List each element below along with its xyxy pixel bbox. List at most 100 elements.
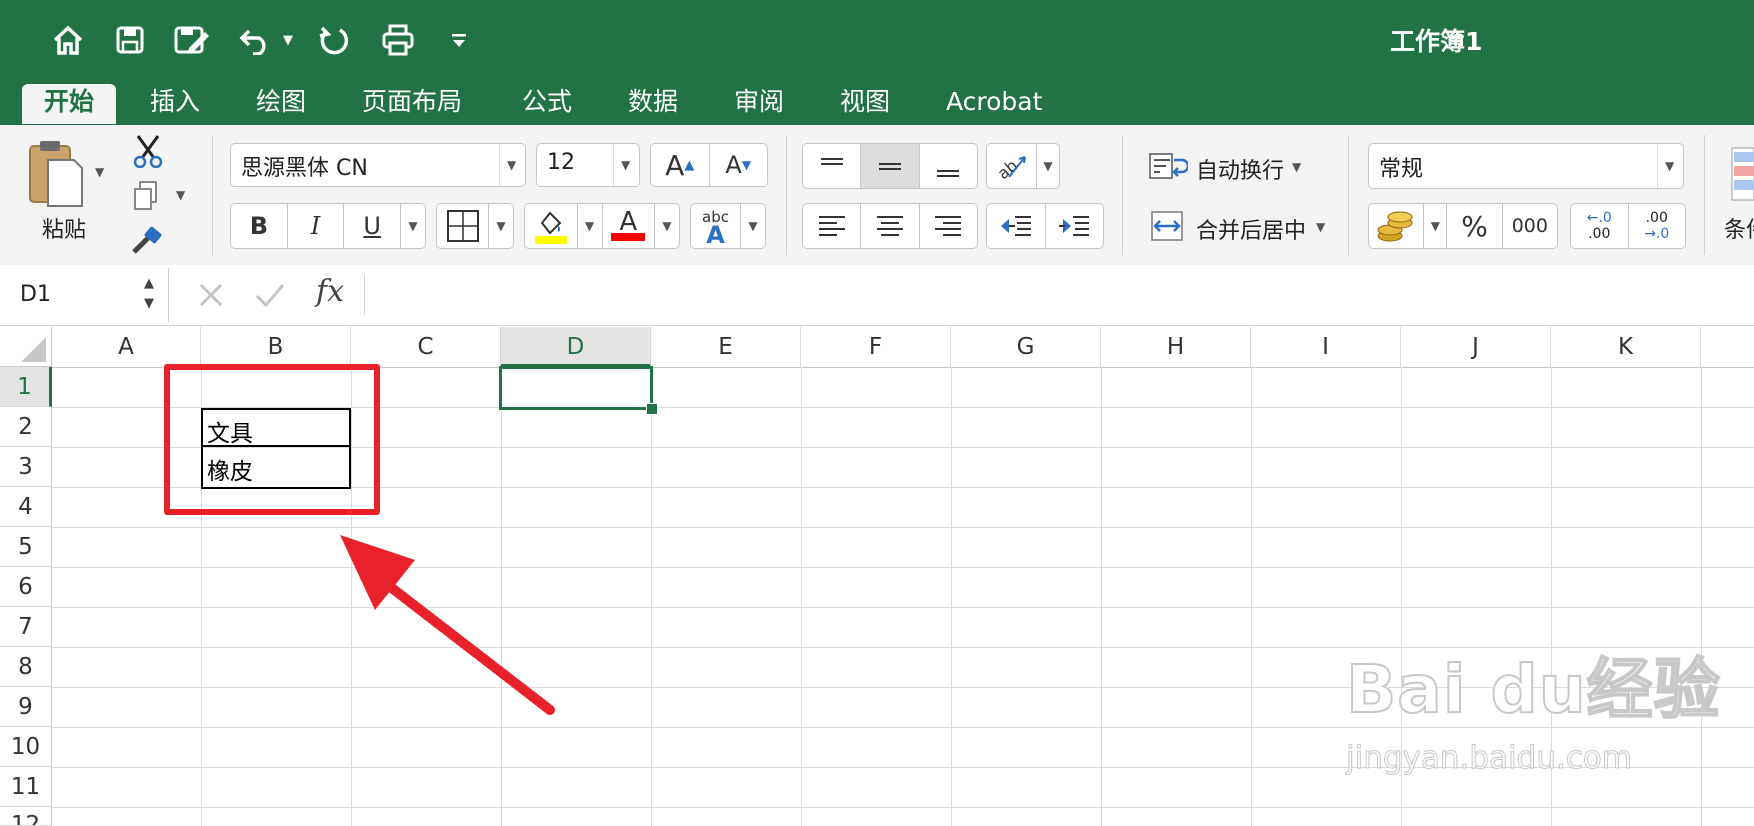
font-name-dropdown-icon[interactable]: ▼ bbox=[507, 158, 516, 172]
increase-decimal-button[interactable]: ←.0 .00 bbox=[1571, 204, 1629, 248]
row-header-9[interactable]: 9 bbox=[0, 687, 52, 727]
copy-icon[interactable] bbox=[132, 180, 160, 212]
wrap-text-dropdown-icon[interactable]: ▼ bbox=[1292, 160, 1301, 174]
merge-center-dropdown-icon[interactable]: ▼ bbox=[1316, 220, 1325, 234]
customize-icon[interactable] bbox=[448, 26, 470, 54]
row-header-6[interactable]: 6 bbox=[0, 567, 52, 607]
increase-indent-button[interactable] bbox=[1046, 204, 1104, 248]
align-bottom-button[interactable] bbox=[920, 144, 977, 188]
align-top-button[interactable] bbox=[803, 144, 862, 188]
decrease-indent-button[interactable] bbox=[987, 204, 1046, 248]
column-header-f[interactable]: F bbox=[801, 327, 951, 367]
merge-center-label[interactable]: 合并后居中 bbox=[1196, 213, 1306, 245]
font-color-button[interactable]: A bbox=[603, 204, 655, 248]
paste-dropdown-icon[interactable]: ▼ bbox=[95, 165, 104, 179]
tab-review[interactable]: 审阅 bbox=[712, 84, 806, 124]
select-all-button[interactable] bbox=[0, 327, 52, 367]
tab-draw[interactable]: 绘图 bbox=[234, 84, 328, 124]
tab-acrobat[interactable]: Acrobat bbox=[924, 84, 1064, 124]
borders-dropdown-icon[interactable]: ▼ bbox=[489, 204, 513, 248]
phonetic-guide-button[interactable]: abc A bbox=[691, 204, 741, 248]
name-box-down-icon[interactable]: ▼ bbox=[144, 296, 154, 311]
align-left-button[interactable] bbox=[803, 204, 862, 248]
name-box-up-icon[interactable]: ▲ bbox=[144, 276, 154, 291]
decrease-decimal-button[interactable]: .00 →.0 bbox=[1629, 204, 1686, 248]
home-icon[interactable] bbox=[48, 20, 88, 60]
align-right-button[interactable] bbox=[920, 204, 977, 248]
row-header-8[interactable]: 8 bbox=[0, 647, 52, 687]
tab-home[interactable]: 开始 bbox=[22, 84, 117, 124]
conditional-formatting-icon[interactable] bbox=[1728, 146, 1754, 206]
wrap-text-label[interactable]: 自动换行 bbox=[1196, 153, 1284, 185]
copy-dropdown-icon[interactable]: ▼ bbox=[176, 188, 185, 202]
column-header-g[interactable]: G bbox=[951, 327, 1101, 367]
comma-style-button[interactable]: 000 bbox=[1503, 204, 1557, 248]
merge-center-icon[interactable] bbox=[1150, 210, 1184, 242]
tab-formulas[interactable]: 公式 bbox=[500, 84, 594, 124]
save-icon[interactable] bbox=[110, 20, 150, 60]
font-name-select[interactable]: 思源黑体 CN ▼ bbox=[230, 143, 526, 187]
row-header-11[interactable]: 11 bbox=[0, 767, 52, 807]
tab-insert[interactable]: 插入 bbox=[128, 84, 222, 124]
row-header-4[interactable]: 4 bbox=[0, 487, 52, 527]
row-header-2[interactable]: 2 bbox=[0, 407, 52, 447]
name-box[interactable]: D1 ▲ ▼ bbox=[0, 268, 169, 322]
borders-icon[interactable] bbox=[437, 204, 489, 248]
shrink-font-button[interactable]: A ▼ bbox=[710, 144, 768, 186]
number-format-select[interactable]: 常规 ▼ bbox=[1368, 143, 1684, 189]
tab-view[interactable]: 视图 bbox=[818, 84, 912, 124]
print-icon[interactable] bbox=[378, 20, 418, 60]
phonetic-dropdown-icon[interactable]: ▼ bbox=[741, 204, 765, 248]
fill-color-dropdown-icon[interactable]: ▼ bbox=[578, 204, 603, 248]
cancel-entry-icon[interactable] bbox=[196, 280, 226, 310]
accounting-format-button[interactable] bbox=[1369, 204, 1425, 248]
format-painter-icon[interactable] bbox=[130, 226, 164, 256]
column-header-k[interactable]: K bbox=[1551, 327, 1701, 367]
column-header-h[interactable]: H bbox=[1101, 327, 1251, 367]
row-header-7[interactable]: 7 bbox=[0, 607, 52, 647]
column-header-j[interactable]: J bbox=[1401, 327, 1551, 367]
font-size-dropdown-icon[interactable]: ▼ bbox=[621, 158, 630, 172]
row-header-1[interactable]: 1 bbox=[0, 367, 52, 407]
row-header-12[interactable]: 12 bbox=[0, 807, 52, 826]
paste-icon[interactable] bbox=[26, 138, 86, 210]
orientation-icon[interactable]: ab bbox=[987, 144, 1037, 188]
fill-color-button[interactable] bbox=[525, 204, 578, 248]
column-header-b[interactable]: B bbox=[201, 327, 351, 367]
font-size-select[interactable]: 12 ▼ bbox=[536, 143, 640, 187]
underline-button[interactable]: U bbox=[344, 204, 402, 248]
wrap-text-icon[interactable] bbox=[1148, 150, 1190, 182]
italic-button[interactable]: I bbox=[288, 204, 345, 248]
redo-icon[interactable] bbox=[314, 20, 354, 60]
undo-icon[interactable] bbox=[236, 20, 276, 60]
conditional-formatting-label[interactable]: 条件 bbox=[1724, 212, 1754, 244]
row-header-3[interactable]: 3 bbox=[0, 447, 52, 487]
undo-dropdown-icon[interactable]: ▼ bbox=[280, 30, 296, 50]
align-center-button[interactable] bbox=[861, 204, 920, 248]
accounting-dropdown-icon[interactable]: ▼ bbox=[1424, 204, 1448, 248]
font-color-dropdown-icon[interactable]: ▼ bbox=[655, 204, 679, 248]
cut-icon[interactable] bbox=[132, 134, 164, 169]
tab-data[interactable]: 数据 bbox=[606, 84, 700, 124]
row-header-10[interactable]: 10 bbox=[0, 727, 52, 767]
confirm-entry-icon[interactable] bbox=[254, 280, 286, 310]
column-header-d[interactable]: D bbox=[501, 327, 651, 367]
percent-style-button[interactable]: % bbox=[1447, 204, 1503, 248]
column-header-a[interactable]: A bbox=[52, 327, 201, 367]
row-header-5[interactable]: 5 bbox=[0, 527, 52, 567]
underline-dropdown-icon[interactable]: ▼ bbox=[401, 204, 425, 248]
bold-button[interactable]: B bbox=[231, 204, 288, 248]
column-header-c[interactable]: C bbox=[351, 327, 501, 367]
column-header-e[interactable]: E bbox=[651, 327, 801, 367]
edit-icon[interactable] bbox=[170, 20, 214, 60]
formula-input[interactable] bbox=[376, 268, 1746, 322]
orientation-dropdown-icon[interactable]: ▼ bbox=[1037, 144, 1059, 188]
number-format-dropdown-icon[interactable]: ▼ bbox=[1665, 159, 1674, 173]
align-middle-button[interactable] bbox=[861, 144, 920, 188]
tab-page-layout[interactable]: 页面布局 bbox=[340, 84, 484, 124]
fill-handle[interactable] bbox=[646, 403, 658, 415]
grow-font-button[interactable]: A ▲ bbox=[651, 144, 710, 186]
selected-cell-d1[interactable] bbox=[499, 366, 653, 410]
insert-function-button[interactable]: fx bbox=[316, 274, 344, 309]
column-header-i[interactable]: I bbox=[1251, 327, 1401, 367]
